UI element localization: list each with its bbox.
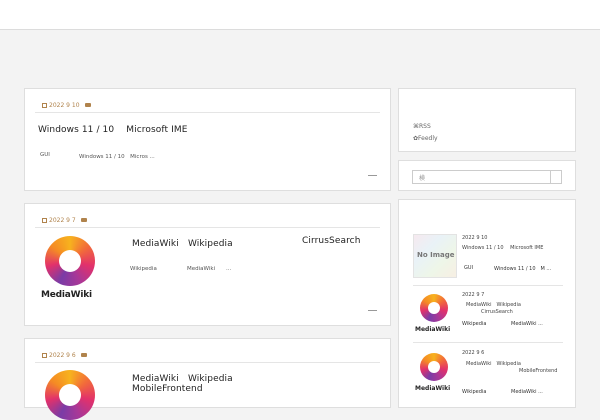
post-title-continued[interactable]: MobileFrontend	[132, 384, 203, 394]
recent-title[interactable]: MediaWiki Wikipedia	[466, 301, 521, 308]
no-image-thumbnail[interactable]: No Image	[413, 234, 457, 278]
logo-center	[59, 384, 81, 406]
recent-posts-widget: No Image 2022 9 10 Windows 11 / 10 Micro…	[398, 199, 576, 408]
post-card: 2022 9 7 MediaWiki MediaWiki Wikipedia C…	[24, 203, 391, 326]
top-header-bar	[0, 0, 600, 30]
recent-date: 2022 9 6	[462, 350, 485, 356]
recent-excerpt: MediaWiki ...	[511, 389, 543, 395]
logo-text: MediaWiki	[41, 290, 92, 300]
feed-widget: ⌘RSS ✿Feedly	[398, 88, 576, 152]
search-widget: 検	[398, 160, 576, 191]
recent-title-continued[interactable]: MobileFrontend	[519, 368, 557, 374]
recent-category[interactable]: GUI	[464, 265, 473, 271]
recent-date: 2022 9 7	[462, 292, 485, 298]
folder-icon	[80, 353, 87, 357]
read-more-link[interactable]	[368, 175, 377, 176]
post-excerpt-ellipsis: ...	[226, 266, 232, 272]
search-input[interactable]: 検	[412, 170, 562, 184]
post-date: 2022 9 7	[49, 217, 76, 224]
recent-title-continued[interactable]: CirrusSearch	[481, 309, 513, 315]
calendar-icon	[42, 218, 47, 223]
post-meta: 2022 9 10	[42, 102, 91, 109]
recent-excerpt: Windows 11 / 10 M ...	[494, 266, 552, 272]
post-title-continued[interactable]: CirrusSearch	[302, 236, 361, 246]
recent-title[interactable]: Windows 11 / 10 Microsoft IME	[462, 244, 543, 251]
post-title[interactable]: Windows 11 / 10 Microsoft IME	[38, 122, 187, 135]
post-excerpt: Windows 11 / 10 Micros ...	[79, 154, 155, 160]
divider	[35, 227, 380, 228]
post-category[interactable]: Wikipedia	[130, 266, 157, 272]
divider	[413, 285, 563, 286]
divider	[413, 342, 563, 343]
post-date: 2022 9 10	[49, 102, 80, 109]
post-category[interactable]: GUI	[40, 152, 50, 158]
search-button[interactable]	[550, 171, 561, 183]
feedly-link[interactable]: ✿Feedly	[413, 135, 438, 142]
post-meta: 2022 9 7	[42, 217, 87, 224]
post-card: 2022 9 10 Windows 11 / 10 Microsoft IME …	[24, 88, 391, 191]
logo-center	[59, 250, 81, 272]
post-excerpt: MediaWiki	[187, 266, 216, 272]
recent-date: 2022 9 10	[462, 235, 488, 241]
post-title[interactable]: MediaWiki Wikipedia	[132, 371, 233, 384]
post-date: 2022 9 6	[49, 352, 76, 359]
search-placeholder: 検	[419, 175, 426, 182]
calendar-icon	[42, 103, 47, 108]
recent-title[interactable]: MediaWiki Wikipedia	[466, 360, 521, 367]
recent-category[interactable]: Wikipedia	[462, 389, 486, 395]
logo-text: MediaWiki	[415, 385, 451, 392]
divider	[35, 362, 380, 363]
post-meta: 2022 9 6	[42, 352, 87, 359]
post-title[interactable]: MediaWiki Wikipedia	[132, 236, 233, 249]
logo-text: MediaWiki	[415, 326, 451, 333]
logo-center	[428, 361, 440, 373]
post-card: 2022 9 6 MediaWiki Wikipedia MobileFront…	[24, 338, 391, 420]
logo-center	[428, 302, 440, 314]
divider	[35, 112, 380, 113]
read-more-link[interactable]	[368, 310, 377, 311]
calendar-icon	[42, 353, 47, 358]
recent-category[interactable]: Wikipedia	[462, 321, 486, 327]
folder-icon	[84, 103, 91, 107]
folder-icon	[80, 218, 87, 222]
recent-excerpt: MediaWiki ...	[511, 321, 543, 327]
rss-link[interactable]: ⌘RSS	[413, 123, 431, 130]
